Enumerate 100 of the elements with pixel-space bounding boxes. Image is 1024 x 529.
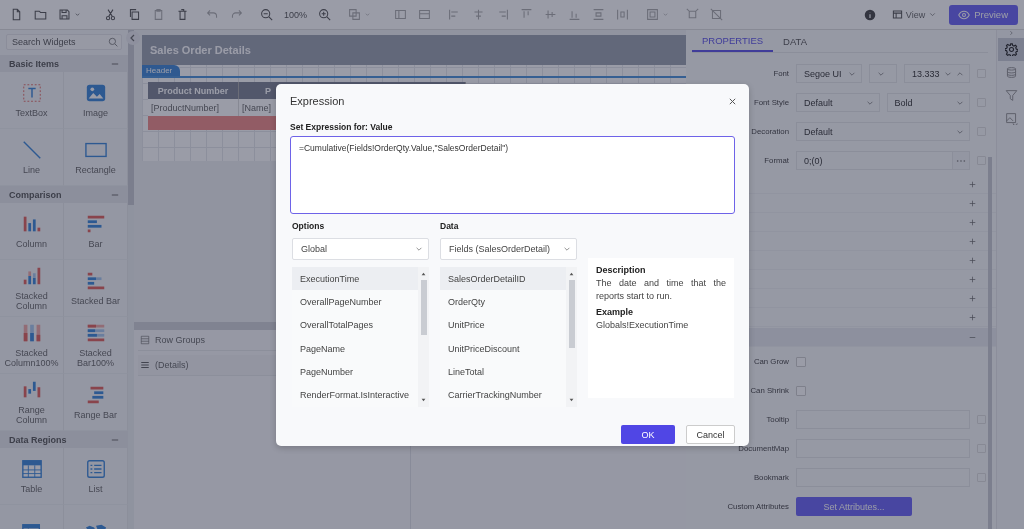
section-header[interactable]: Data Regions xyxy=(0,431,128,448)
font-dropdown[interactable] xyxy=(869,64,897,83)
widget-label: Line xyxy=(23,164,40,176)
expand-icon[interactable] xyxy=(969,180,976,188)
split-row-icon[interactable] xyxy=(418,8,432,21)
expand-icon[interactable] xyxy=(969,275,976,283)
zoom-level[interactable]: 100% xyxy=(284,9,308,20)
clipboard-icon[interactable] xyxy=(152,8,165,21)
chevron-down-icon xyxy=(563,245,571,253)
expand-panel-icon[interactable] xyxy=(1008,30,1014,36)
layers-icon[interactable] xyxy=(348,8,362,21)
band-tab[interactable]: Header xyxy=(142,65,181,76)
increase-icon[interactable] xyxy=(956,69,964,78)
font-family-dropdown[interactable]: Segoe UI xyxy=(796,64,862,83)
list-item[interactable]: UnitPriceDiscount xyxy=(440,336,566,361)
scroll-up-icon[interactable] xyxy=(421,272,426,276)
set-attributes-button[interactable]: Set Attributes... xyxy=(796,497,912,516)
align-center-icon[interactable] xyxy=(472,8,486,21)
split-column-icon[interactable] xyxy=(394,8,408,21)
section-header[interactable]: Basic Items xyxy=(0,55,128,72)
info-icon[interactable] xyxy=(863,8,876,21)
search-field[interactable]: Search Widgets xyxy=(6,34,122,50)
textbox-icon[interactable] xyxy=(20,81,43,104)
expand-icon[interactable] xyxy=(969,294,976,302)
redo-icon[interactable] xyxy=(230,8,243,21)
list-icon[interactable] xyxy=(84,457,107,480)
widget-label: Rectangle xyxy=(75,164,116,176)
zoom-in-icon[interactable] xyxy=(318,8,332,21)
checkbox[interactable] xyxy=(796,385,806,396)
expand-icon[interactable] xyxy=(969,218,976,226)
list-item[interactable]: PageName xyxy=(292,336,418,361)
view-dropdown[interactable]: View xyxy=(887,9,942,20)
search-icon[interactable] xyxy=(108,37,118,47)
table-icon[interactable] xyxy=(20,457,43,480)
align-right-icon[interactable] xyxy=(496,8,510,21)
settings-icon[interactable] xyxy=(998,38,1024,61)
list-item[interactable]: OrderQty xyxy=(440,290,566,314)
align-middle-icon[interactable] xyxy=(544,8,558,21)
distribute-vertical-icon[interactable] xyxy=(592,8,606,21)
widget-label: Stacked Column100% xyxy=(3,347,60,369)
ok-button[interactable]: OK xyxy=(621,425,675,444)
ungroup-icon[interactable] xyxy=(710,8,724,21)
scissors-icon[interactable] xyxy=(104,8,117,21)
list-item[interactable]: SalesOrderDetailID xyxy=(440,267,566,291)
scroll-down-icon[interactable] xyxy=(421,398,426,402)
zoom-out-icon[interactable] xyxy=(260,8,273,21)
list-item[interactable]: OverallTotalPages xyxy=(292,313,418,337)
undo-icon[interactable] xyxy=(206,8,219,21)
align-bottom-icon[interactable] xyxy=(568,8,582,21)
copy-icon[interactable] xyxy=(128,8,141,21)
expand-icon[interactable] xyxy=(969,237,976,245)
list-item[interactable]: CarrierTrackingNumber xyxy=(440,383,566,407)
preview-button[interactable]: Preview xyxy=(949,4,1018,25)
dropdown[interactable]: Bold xyxy=(886,93,970,112)
list-item[interactable]: PageNumber xyxy=(292,360,418,384)
align-top-icon[interactable] xyxy=(520,8,534,21)
widget-label: TextBox xyxy=(15,107,48,119)
expand-icon[interactable] xyxy=(969,256,976,264)
trash-icon[interactable] xyxy=(176,8,189,21)
panel-tab[interactable]: PROPERTIES xyxy=(692,30,774,52)
column-header[interactable]: Product Number xyxy=(148,82,239,99)
list-item[interactable]: UnitPrice xyxy=(440,313,566,337)
scrollbar[interactable] xyxy=(128,30,134,205)
widget-label: Stacked Column xyxy=(14,290,49,312)
distribute-horizontal-icon[interactable] xyxy=(616,8,630,21)
checkbox[interactable] xyxy=(796,356,806,367)
scrollbar[interactable] xyxy=(568,280,575,348)
list-item[interactable]: LineTotal xyxy=(440,360,566,384)
dropdown[interactable]: Default xyxy=(796,93,880,112)
example-heading: Example xyxy=(596,307,635,318)
bring-front-icon[interactable] xyxy=(686,8,700,21)
scrollbar[interactable] xyxy=(420,280,427,335)
format-field[interactable]: 0;(0) xyxy=(796,151,952,170)
new-file-icon[interactable] xyxy=(10,8,23,21)
expand-icon[interactable] xyxy=(969,199,976,207)
scroll-up-icon[interactable] xyxy=(569,272,574,276)
menu-icon xyxy=(140,360,150,370)
section-header[interactable]: Comparison xyxy=(0,186,128,203)
options-dropdown[interactable]: Global xyxy=(292,238,429,260)
panel-tab[interactable]: DATA xyxy=(773,30,817,52)
description-text: The date and time that the reports start to run. xyxy=(596,277,726,303)
dropdown[interactable]: Default xyxy=(796,122,970,141)
section-title: Comparison xyxy=(9,189,62,200)
folder-icon[interactable] xyxy=(34,8,47,21)
save-icon[interactable] xyxy=(58,8,71,21)
scroll-down-icon[interactable] xyxy=(569,398,574,402)
description-heading: Description xyxy=(596,265,647,275)
table-cell[interactable]: [ProductNumber] xyxy=(148,99,239,116)
more-button[interactable] xyxy=(952,151,970,170)
expand-icon[interactable] xyxy=(969,313,976,321)
list-item[interactable]: OverallPageNumber xyxy=(292,290,418,314)
cancel-button[interactable]: Cancel xyxy=(686,425,735,444)
close-icon[interactable] xyxy=(728,96,737,106)
data-dropdown[interactable]: Fields (SalesOrderDetail) xyxy=(440,238,577,260)
list-item[interactable]: ExecutionTime xyxy=(292,267,418,291)
list-item[interactable]: RenderFormat.IsInteractive xyxy=(292,383,418,407)
group-icon[interactable] xyxy=(646,8,660,21)
expression-field[interactable]: =Cumulative(Fields!OrderQty.Value,"SalesOrderDetail") xyxy=(290,136,735,214)
font-size-field[interactable]: 13.333 xyxy=(904,64,970,83)
caret-icon[interactable] xyxy=(73,10,82,19)
